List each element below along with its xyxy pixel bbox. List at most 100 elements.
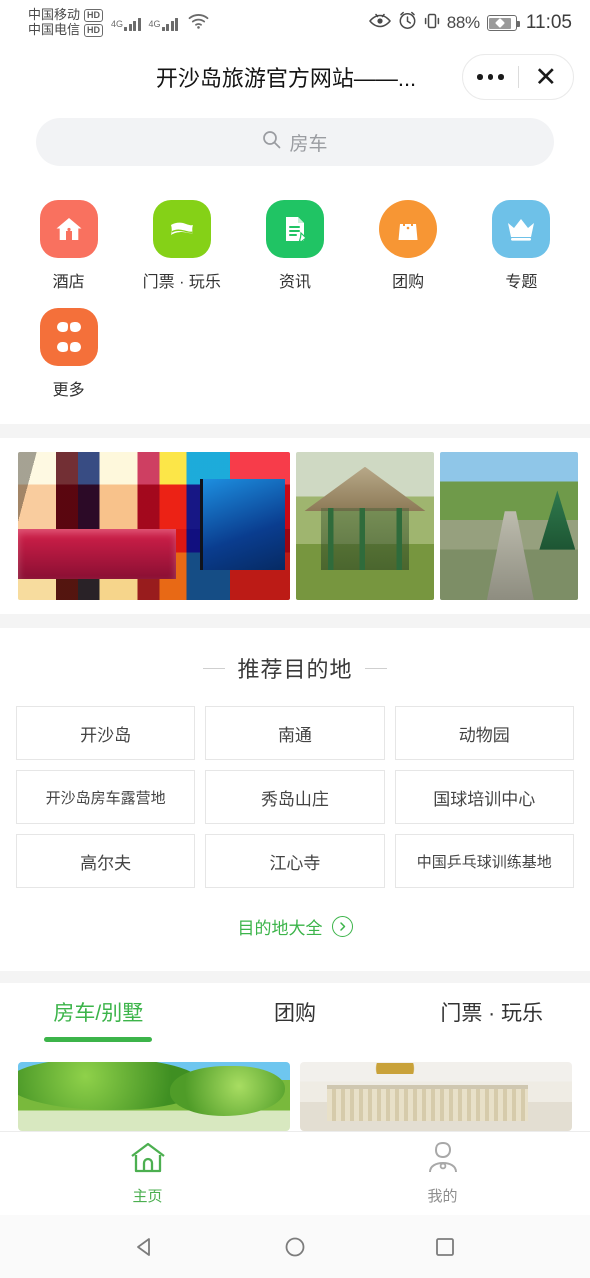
destination-chip[interactable]: 高尔夫 xyxy=(16,834,196,888)
back-triangle-icon[interactable] xyxy=(133,1235,157,1259)
quick-link-label: 资讯 xyxy=(278,274,311,291)
alarm-icon xyxy=(398,11,417,35)
more-dots-icon xyxy=(477,74,504,80)
destinations-grid: 开沙岛 南通 动物园 开沙岛房车露营地 秀岛山庄 国球培训中心 高尔夫 江心寺 … xyxy=(16,706,574,888)
section-divider xyxy=(0,424,590,438)
destination-chip[interactable]: 中国乒乓球训练基地 xyxy=(394,834,574,888)
network-type-1: 4G xyxy=(111,18,124,29)
quick-link-label: 团购 xyxy=(392,274,425,291)
tab-label: 团购 xyxy=(274,1002,316,1025)
carrier-1-name: 中国移动 xyxy=(28,7,81,23)
quick-link-label: 专题 xyxy=(505,274,538,291)
tab-underline xyxy=(438,1037,546,1042)
profile-icon xyxy=(426,1141,460,1180)
status-bar-right: 88% 11:05 xyxy=(368,11,572,35)
tab-label: 门票 · 玩乐 xyxy=(440,1002,544,1025)
title-bar: 开沙岛旅游官方网站——... ✕ xyxy=(0,46,590,108)
status-bar-clock: 11:05 xyxy=(525,12,572,33)
news-document-icon xyxy=(265,200,324,258)
destination-chip[interactable]: 动物园 xyxy=(394,706,574,760)
carrier-1-hd-badge: HD xyxy=(84,9,104,23)
home-circle-icon[interactable] xyxy=(283,1235,307,1259)
bottom-nav-label: 我的 xyxy=(427,1188,458,1205)
card-trees[interactable] xyxy=(18,1062,290,1131)
card-hall[interactable] xyxy=(300,1062,572,1131)
ticket-icon xyxy=(152,200,211,258)
android-nav-bar xyxy=(0,1215,590,1278)
destination-chip[interactable]: 开沙岛房车露营地 xyxy=(16,770,196,824)
carrier-labels: 中国移动 HD 中国电信 HD xyxy=(28,7,104,38)
quick-link-news[interactable]: 资讯 xyxy=(238,190,351,298)
more-grid-icon xyxy=(39,308,98,366)
network-type-2: 4G xyxy=(148,18,161,29)
signal-icon-2: 4G xyxy=(149,16,179,31)
destination-chip[interactable]: 开沙岛 xyxy=(16,706,196,760)
signal-bars-2 xyxy=(161,16,179,31)
quick-link-hotel[interactable]: 酒店 xyxy=(12,190,125,298)
rv-interior-photo[interactable] xyxy=(18,452,290,600)
destination-chip[interactable]: 国球培训中心 xyxy=(394,770,574,824)
search-section: 房车 xyxy=(0,108,590,184)
eye-icon xyxy=(368,13,391,34)
garden-path-photo[interactable] xyxy=(440,452,578,600)
tab-underline xyxy=(241,1037,349,1042)
close-icon: ✕ xyxy=(534,61,558,92)
quick-link-topics[interactable]: 专题 xyxy=(465,190,578,298)
quick-link-label: 门票 · 玩乐 xyxy=(142,274,221,291)
signal-icon-1: 4G xyxy=(111,16,141,31)
all-destinations-label: 目的地大全 xyxy=(237,919,323,938)
hotel-home-icon xyxy=(39,200,98,258)
destinations-section: 推荐目的地 开沙岛 南通 动物园 开沙岛房车露营地 秀岛山庄 国球培训中心 高尔… xyxy=(0,628,590,971)
crown-icon xyxy=(492,200,551,258)
quick-link-more[interactable]: 更多 xyxy=(12,298,125,406)
tab-groupbuy[interactable]: 团购 xyxy=(197,997,394,1052)
header-dash-left xyxy=(203,667,226,669)
destination-chip[interactable]: 南通 xyxy=(205,706,385,760)
wifi-icon xyxy=(188,13,209,34)
shopping-bag-icon xyxy=(379,200,438,258)
carrier-row-2: 中国电信 HD xyxy=(28,22,104,38)
all-destinations-link[interactable]: 目的地大全 xyxy=(16,888,574,961)
bottom-nav-label: 主页 xyxy=(132,1188,163,1205)
more-menu-button[interactable] xyxy=(463,55,518,99)
recents-square-icon[interactable] xyxy=(433,1235,457,1259)
home-icon xyxy=(129,1141,167,1180)
carrier-2-name: 中国电信 xyxy=(28,22,81,37)
bottom-nav-profile[interactable]: 我的 xyxy=(295,1141,590,1206)
quick-link-label: 更多 xyxy=(52,382,85,399)
phone-screen: 中国移动 HD 中国电信 HD 4G 4G 88% 11:05 开沙岛旅游官方网… xyxy=(0,0,590,1278)
carrier-2-hd-badge: HD xyxy=(84,23,104,37)
status-bar: 中国移动 HD 中国电信 HD 4G 4G 88% 11:05 xyxy=(0,0,590,46)
search-input[interactable]: 房车 xyxy=(36,118,554,166)
quick-link-tickets[interactable]: 门票 · 玩乐 xyxy=(125,190,238,298)
section-divider xyxy=(0,971,590,983)
circle-arrow-right-icon xyxy=(331,916,353,937)
header-dash-right xyxy=(364,667,387,669)
signal-bars-1 xyxy=(124,16,141,31)
section-divider xyxy=(0,614,590,628)
destinations-header: 推荐目的地 xyxy=(16,652,574,684)
photo-strip xyxy=(0,438,590,614)
destination-chip[interactable]: 江心寺 xyxy=(205,834,385,888)
bottom-nav-home[interactable]: 主页 xyxy=(0,1141,295,1206)
vibrate-icon xyxy=(424,12,440,35)
wechat-capsule: ✕ xyxy=(462,54,574,100)
destination-chip[interactable]: 秀岛山庄 xyxy=(205,770,385,824)
tab-underline xyxy=(44,1037,153,1042)
quick-link-groupbuy[interactable]: 团购 xyxy=(352,190,465,298)
quick-link-label: 酒店 xyxy=(52,274,85,291)
carrier-row-1: 中国移动 HD xyxy=(28,7,104,23)
close-button[interactable]: ✕ xyxy=(519,55,574,99)
tab-rv-villa[interactable]: 房车/别墅 xyxy=(0,997,197,1052)
battery-percent: 88% xyxy=(446,13,480,32)
battery-icon xyxy=(486,15,520,31)
destinations-title: 推荐目的地 xyxy=(237,657,353,682)
gazebo-photo[interactable] xyxy=(296,452,434,600)
bottom-nav-bar: 主页 我的 xyxy=(0,1131,590,1215)
quick-link-grid: 酒店 门票 · 玩乐 资讯 团购 专题 更多 xyxy=(0,184,590,424)
search-icon xyxy=(262,130,281,154)
content-tabs: 房车/别墅 团购 门票 · 玩乐 xyxy=(0,983,590,1052)
search-placeholder: 房车 xyxy=(289,133,328,155)
tab-tickets-fun[interactable]: 门票 · 玩乐 xyxy=(393,997,590,1052)
tab-label: 房车/别墅 xyxy=(53,1002,144,1025)
